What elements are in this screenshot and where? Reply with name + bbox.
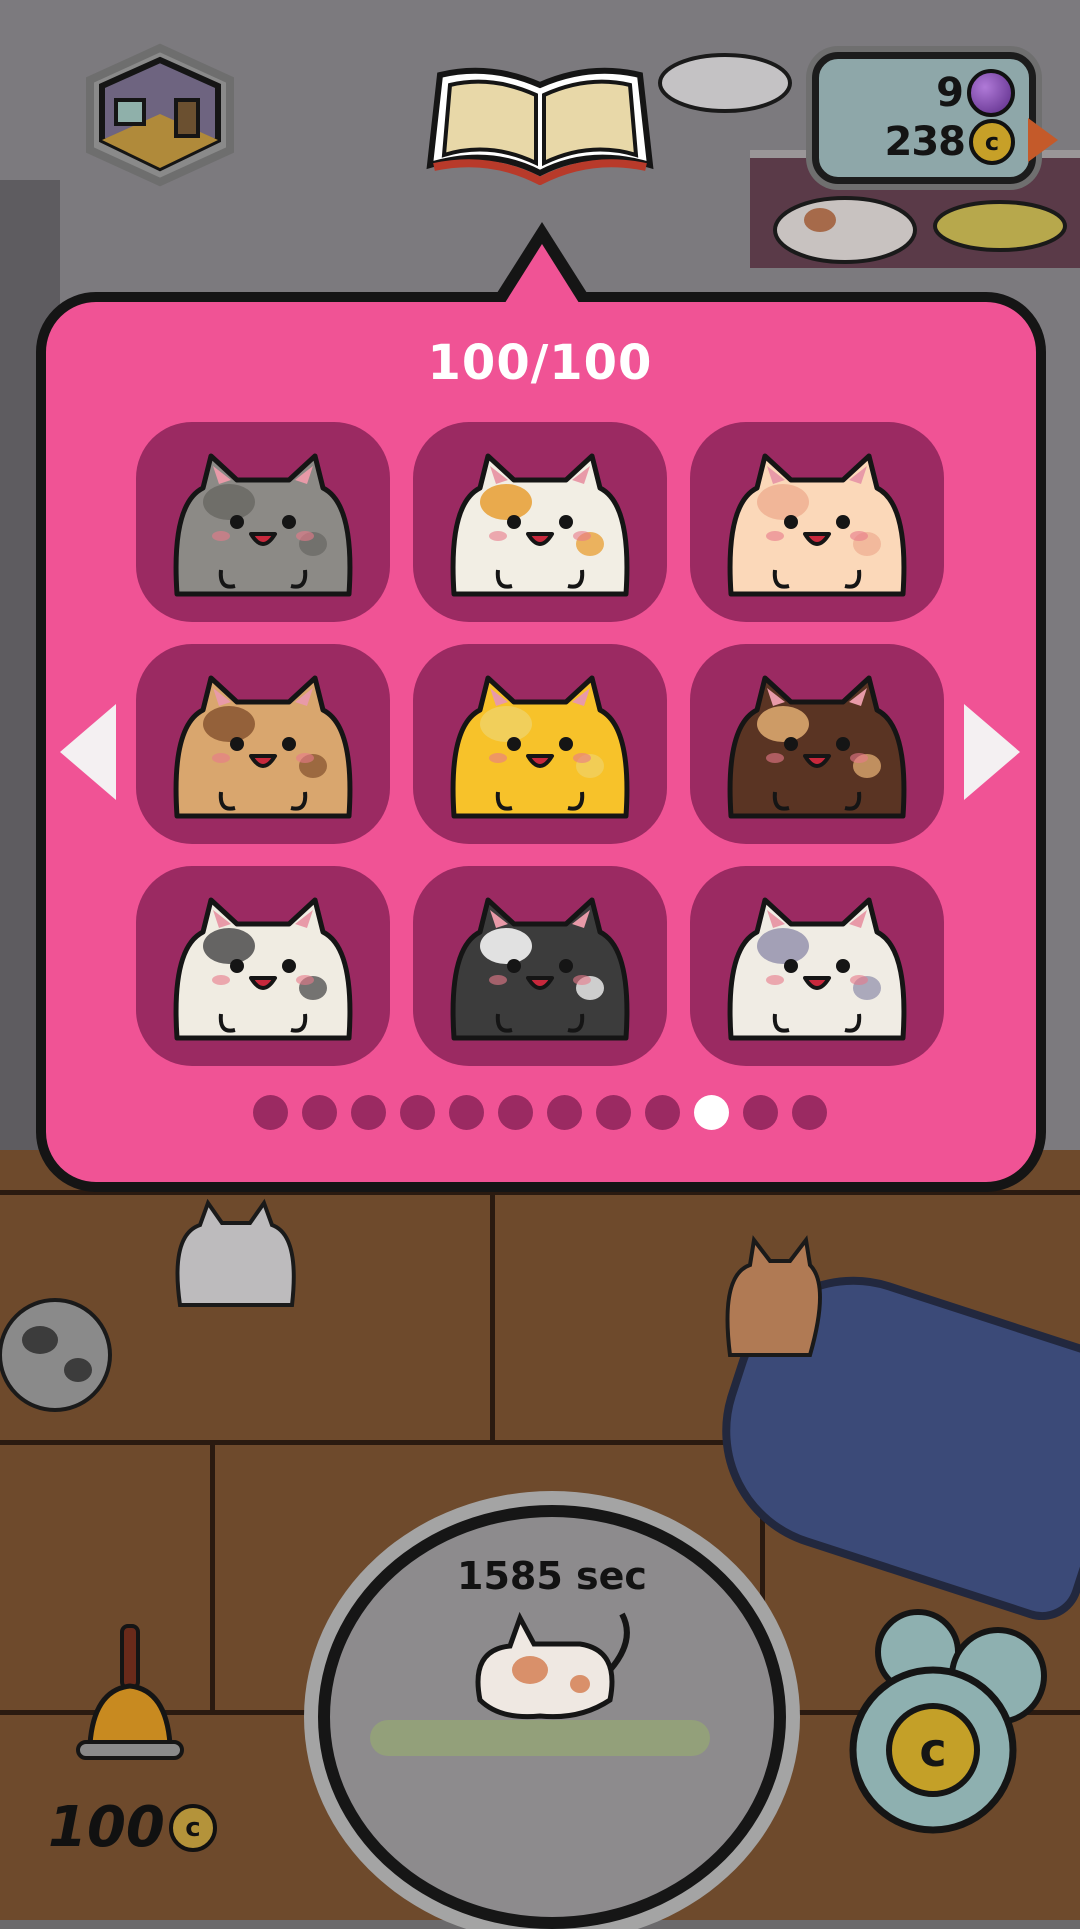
cat-grid	[136, 422, 944, 1068]
cat-card-white-striped[interactable]	[136, 866, 390, 1066]
cat-icon	[450, 675, 630, 819]
page-dot[interactable]	[302, 1095, 337, 1130]
cat-icon	[727, 675, 907, 819]
bell-price-value: 100	[48, 1795, 165, 1860]
next-page-arrow-icon[interactable]	[964, 704, 1020, 800]
page-dot[interactable]	[498, 1095, 533, 1130]
cat-card-peach[interactable]	[690, 422, 944, 622]
cat-icon	[727, 897, 907, 1041]
page-dot-active[interactable]	[694, 1095, 729, 1130]
timer-text: 1585 sec	[457, 1554, 647, 1598]
gem-count: 9	[936, 70, 964, 116]
arriving-cat-icon	[475, 1611, 630, 1720]
cat-card-grey-tabby[interactable]	[136, 422, 390, 622]
next-room-arrow-icon[interactable]	[1028, 118, 1058, 162]
bell-price: 100 c	[48, 1795, 217, 1860]
cat-icon	[173, 675, 353, 819]
coin-count: 238	[884, 119, 966, 165]
coin-icon: c	[168, 1803, 217, 1852]
cat-card-brown-white[interactable]	[136, 644, 390, 844]
cat-card-white-lilac[interactable]	[690, 866, 944, 1066]
cat-icon	[173, 453, 353, 597]
gem-counter: 9	[936, 69, 1015, 117]
page-dot[interactable]	[400, 1095, 435, 1130]
collection-count: 100/100	[427, 335, 653, 391]
page-dot[interactable]	[596, 1095, 631, 1130]
page-dot[interactable]	[792, 1095, 827, 1130]
popup-pointer-fill	[503, 244, 581, 306]
page-dot[interactable]	[253, 1095, 288, 1130]
cat-icon	[450, 453, 630, 597]
background-cat-grey[interactable]	[650, 28, 800, 118]
background-cat-spotted[interactable]	[0, 1270, 120, 1420]
cat-book-button[interactable]	[420, 55, 660, 185]
background-cat-white[interactable]	[160, 1195, 310, 1315]
bell-icon[interactable]	[70, 1620, 190, 1770]
cat-icon	[727, 453, 907, 597]
cat-icon	[450, 897, 630, 1041]
cat-card-calico-white[interactable]	[413, 422, 667, 622]
page-indicator	[0, 1095, 1080, 1131]
currency-panel: 9 238 c	[812, 52, 1036, 184]
previous-page-arrow-icon[interactable]	[60, 704, 116, 800]
page-dot[interactable]	[645, 1095, 680, 1130]
room-decor-button[interactable]	[80, 40, 240, 190]
coin-icon: c	[969, 119, 1015, 165]
svg-text:c: c	[919, 1723, 946, 1777]
page-dot[interactable]	[351, 1095, 386, 1130]
cat-card-tuxedo[interactable]	[413, 866, 667, 1066]
page-dot[interactable]	[449, 1095, 484, 1130]
background-cat-yellow-sleeping[interactable]	[930, 188, 1070, 258]
gem-icon	[967, 69, 1015, 117]
background-cat-orange[interactable]	[710, 1225, 830, 1365]
cat-card-golden-lucky[interactable]	[413, 644, 667, 844]
page-dot[interactable]	[743, 1095, 778, 1130]
background-cat-calico-sleeping[interactable]	[770, 180, 920, 270]
coin-jar-icon[interactable]: c	[848, 1600, 1058, 1840]
page-dot[interactable]	[547, 1095, 582, 1130]
cat-card-chocolate-spotted[interactable]	[690, 644, 944, 844]
coin-counter: 238 c	[884, 119, 1015, 165]
cat-icon	[173, 897, 353, 1041]
